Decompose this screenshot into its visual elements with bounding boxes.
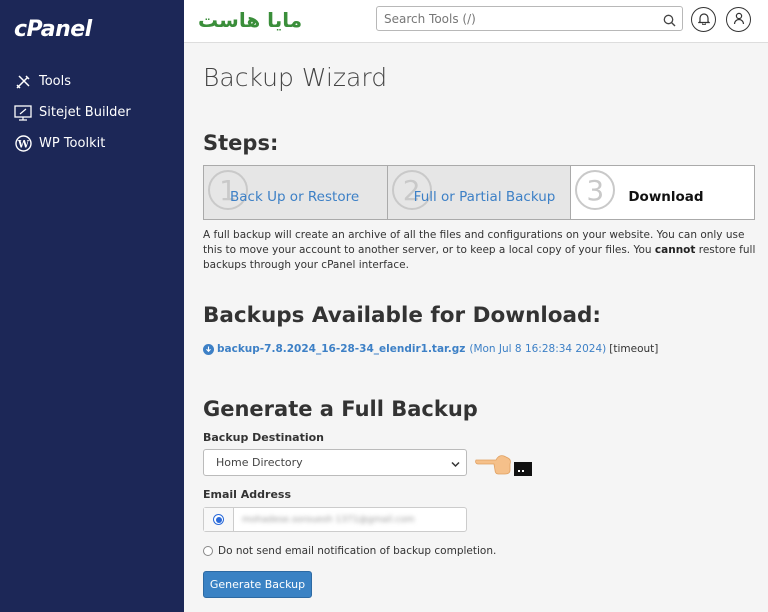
no-email-option[interactable]: Do not send email notification of backup… [203, 545, 496, 557]
search-box[interactable] [376, 6, 683, 31]
email-address-label: Email Address [203, 488, 292, 501]
backup-destination-label: Backup Destination [203, 431, 325, 444]
generate-backup-heading: Generate a Full Backup [203, 397, 478, 421]
backup-list-item: backup-7.8.2024_16-28-34_elendir1.tar.gz… [203, 343, 658, 355]
step-label: Download [628, 189, 704, 205]
download-icon [203, 343, 214, 355]
step-number: 3 [575, 170, 616, 210]
generate-backup-button[interactable]: Generate Backup [203, 571, 312, 598]
sidebar-nav: Tools Sitejet Builder W WP Toolkit [0, 66, 184, 159]
search-icon[interactable] [663, 12, 676, 31]
sidebar: cPanel Tools Sitejet Builder W WP Toolki… [0, 0, 184, 612]
brand-logo[interactable]: مايا هاست [198, 8, 302, 32]
description-emphasis: cannot [654, 244, 696, 256]
sitejet-icon [13, 103, 33, 123]
no-email-radio[interactable] [203, 546, 213, 556]
no-email-label: Do not send email notification of backup… [218, 545, 497, 557]
step-label: Full or Partial Backup [413, 189, 556, 205]
email-field[interactable] [234, 508, 466, 531]
bell-icon [697, 10, 710, 29]
tools-icon [13, 72, 33, 92]
step-backup-or-restore[interactable]: 1 Back Up or Restore [204, 166, 388, 219]
page-title: Backup Wizard [203, 63, 388, 92]
step-download: 3 Download [571, 166, 755, 219]
steps-heading: Steps: [203, 131, 279, 155]
backup-download-link[interactable]: backup-7.8.2024_16-28-34_elendir1.tar.gz [217, 343, 465, 355]
email-radio-cell [204, 508, 234, 531]
cpanel-logo[interactable]: cPanel [14, 17, 92, 42]
full-backup-description: A full backup will create an archive of … [203, 228, 757, 273]
sidebar-item-wp-toolkit[interactable]: W WP Toolkit [0, 128, 184, 159]
main-content: Backup Wizard Steps: 1 Back Up or Restor… [184, 43, 768, 612]
chevron-down-icon [451, 458, 460, 471]
backup-status: [timeout] [609, 343, 659, 355]
step-full-or-partial[interactable]: 2 Full or Partial Backup [387, 166, 572, 219]
wordpress-icon: W [13, 134, 33, 154]
email-address-group [203, 507, 467, 532]
user-menu-button[interactable] [726, 7, 751, 32]
step-label: Back Up or Restore [230, 189, 360, 205]
backup-destination-select[interactable]: Home Directory [203, 449, 467, 476]
backup-date: (Mon Jul 8 16:28:34 2024) [469, 343, 607, 355]
available-backups-heading: Backups Available for Download: [203, 303, 602, 328]
sidebar-item-label: Tools [39, 74, 72, 89]
selected-destination: Home Directory [216, 456, 303, 469]
email-notify-radio[interactable] [213, 514, 224, 525]
search-input[interactable] [377, 7, 647, 30]
notifications-button[interactable] [691, 7, 716, 32]
user-icon [733, 10, 745, 29]
wizard-steps: 1 Back Up or Restore 2 Full or Partial B… [203, 165, 755, 220]
top-bar: مايا هاست [184, 0, 768, 43]
sidebar-item-sitejet[interactable]: Sitejet Builder [0, 97, 184, 128]
sidebar-item-label: Sitejet Builder [39, 105, 131, 120]
svg-text:W: W [16, 140, 29, 151]
sidebar-item-tools[interactable]: Tools [0, 66, 184, 97]
pointing-hand-icon [474, 450, 536, 482]
sidebar-item-label: WP Toolkit [39, 136, 106, 151]
